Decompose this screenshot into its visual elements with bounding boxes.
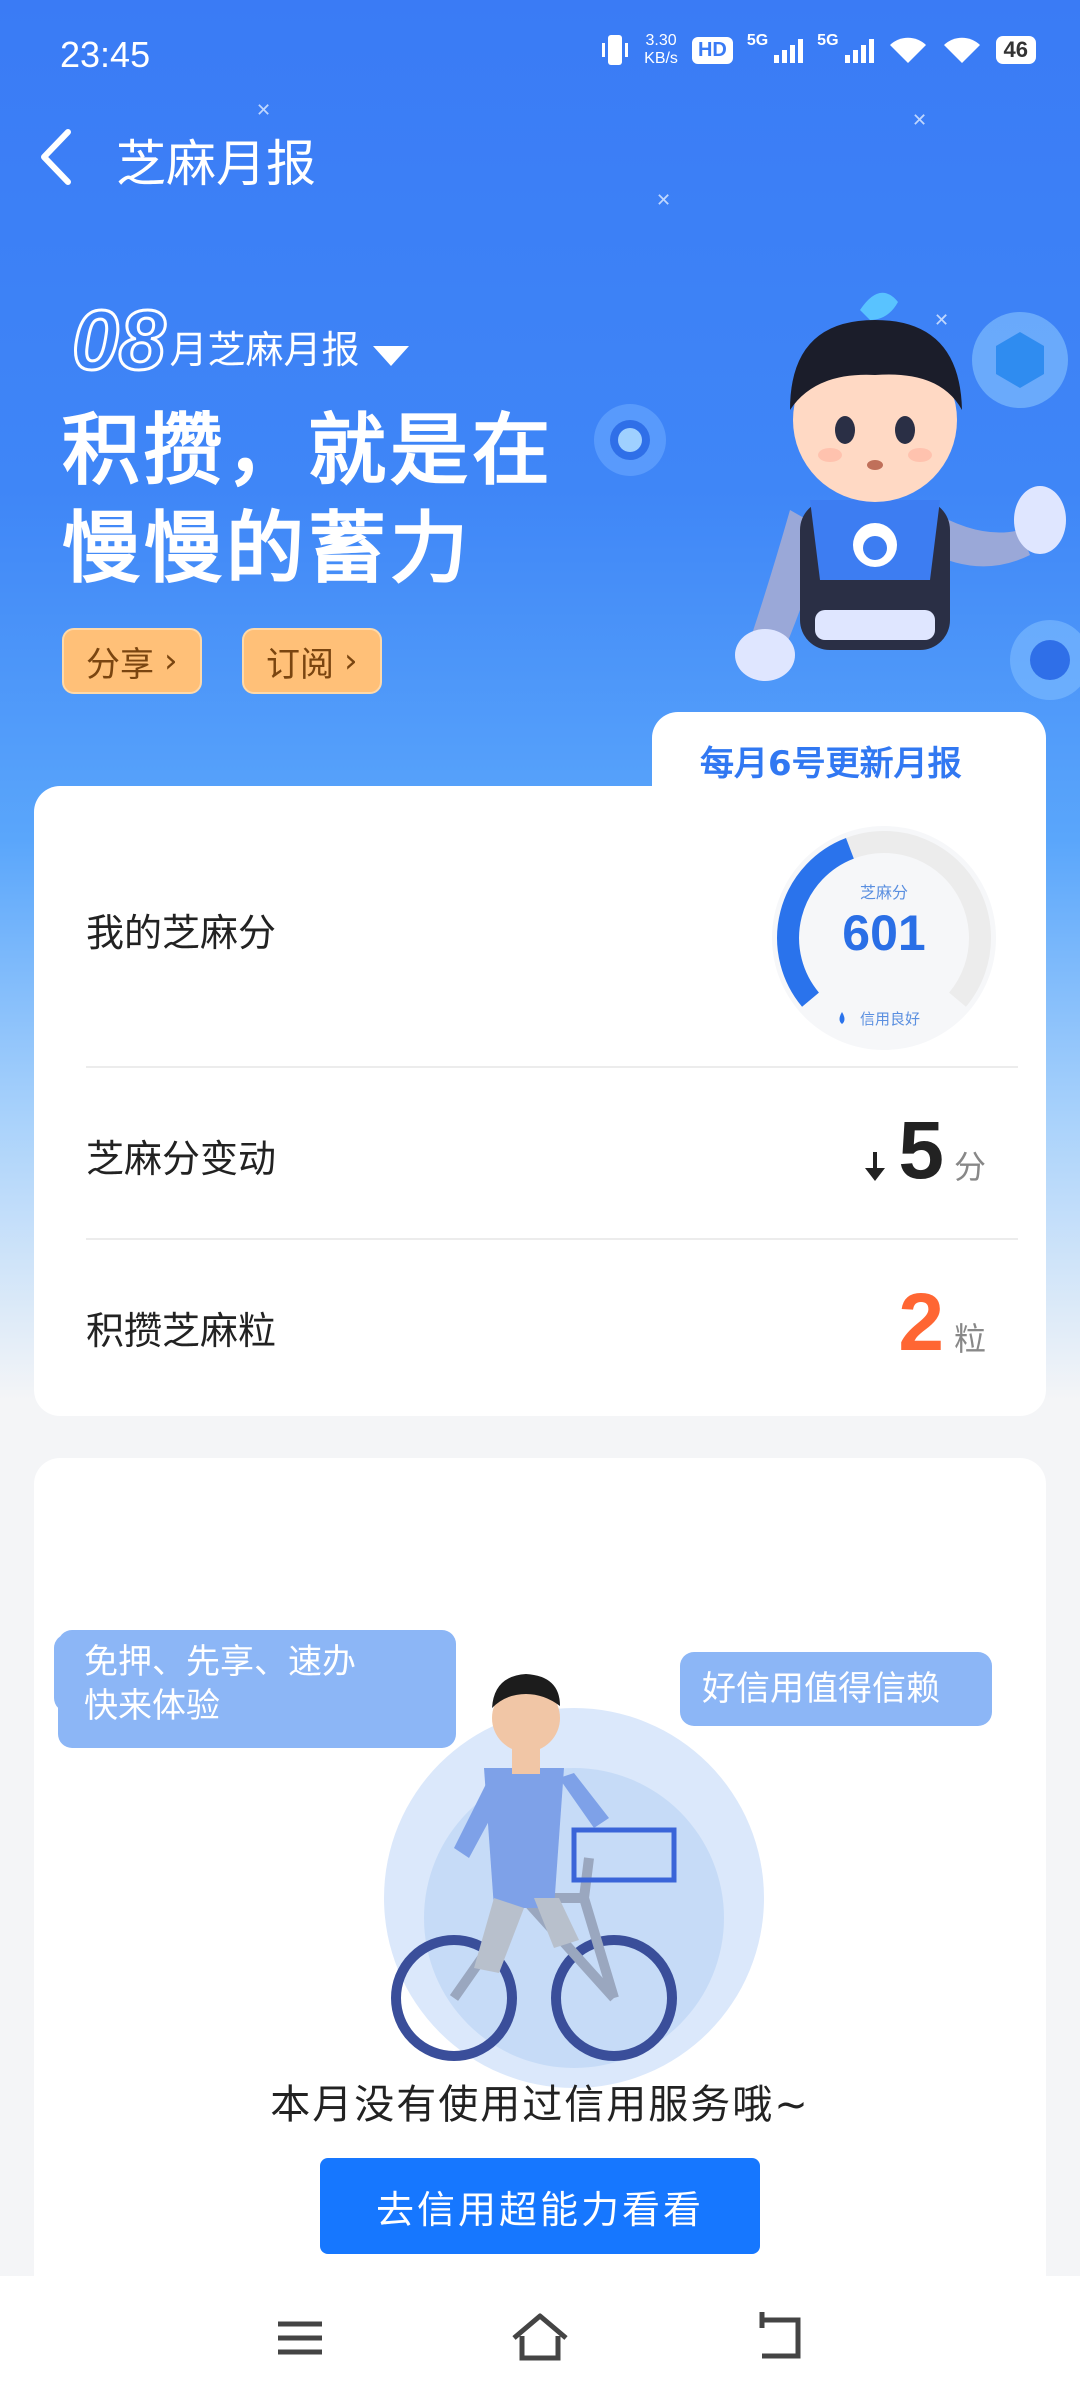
change-unit: 分 <box>953 1148 986 1186</box>
slogan: 积攒，就是在 慢慢的蓄力 <box>62 406 555 594</box>
month-label: 月芝麻月报 <box>169 328 360 372</box>
wifi-icon <box>889 37 926 63</box>
page-title: 芝麻月报 <box>116 135 316 193</box>
credit-power-button[interactable]: 去信用超能力看看 <box>320 2158 760 2254</box>
home-icon[interactable] <box>508 2306 572 2370</box>
service-card: 免押、先享、速办 快来体验 好信用值得信赖 本月没有使用过信用服务哦~ 去信用超… <box>34 1458 1046 2400</box>
change-value: 5 <box>898 1105 944 1196</box>
score-gauge[interactable]: 芝麻分 601 信用良好 <box>764 818 1004 1058</box>
menu-icon[interactable] <box>268 2306 332 2370</box>
back-arrow-icon[interactable] <box>34 122 84 192</box>
system-nav-bar <box>0 2276 1080 2400</box>
update-note: 每月6号更新月报 <box>700 744 962 784</box>
sparkle-icon: ✕ <box>912 110 928 131</box>
wifi-icon <box>943 37 980 63</box>
mascot-illustration <box>735 292 1080 700</box>
share-button[interactable]: 分享 › <box>62 628 202 694</box>
grains-label: 积攒芝麻粒 <box>86 1309 277 1353</box>
signal-icon <box>844 37 874 63</box>
sparkle-icon: ✕ <box>656 190 672 211</box>
grains-unit: 粒 <box>953 1320 986 1358</box>
empty-state-text: 本月没有使用过信用服务哦~ <box>270 2082 810 2128</box>
score-change: 5 分 <box>860 1110 986 1192</box>
vibrate-icon <box>602 35 629 65</box>
bubble-left: 免押、先享、速办 快来体验 <box>58 1630 456 1748</box>
net-speed: 3.30 KB/s <box>644 32 678 67</box>
triangle-down-icon <box>373 346 410 366</box>
bubble-right: 好信用值得信赖 <box>680 1652 992 1726</box>
score-label: 我的芝麻分 <box>86 911 277 955</box>
signal-icon <box>774 37 804 63</box>
network-type: 5G <box>817 32 839 49</box>
arrow-down-icon <box>865 1152 886 1181</box>
grains-value: 2 <box>898 1277 944 1368</box>
hd-badge: HD <box>691 36 733 64</box>
credit-level: 信用良好 <box>860 1010 920 1028</box>
back-icon[interactable] <box>748 2306 812 2370</box>
change-label: 芝麻分变动 <box>86 1137 277 1181</box>
chevron-right-icon: › <box>344 641 358 681</box>
status-bar: 23:45 3.30 KB/s HD 5G 5G 46 <box>0 0 1080 110</box>
subscribe-button[interactable]: 订阅 › <box>242 628 382 694</box>
gauge-title: 芝麻分 <box>860 883 908 902</box>
month-selector[interactable]: 08 月芝麻月报 <box>70 293 410 387</box>
month-number: 08 <box>70 293 166 387</box>
grains-count: 2 粒 <box>898 1282 986 1364</box>
divider <box>86 1238 1018 1240</box>
battery-level: 46 <box>995 36 1036 64</box>
status-time: 23:45 <box>60 34 151 75</box>
chevron-right-icon: › <box>164 641 178 681</box>
score-value: 601 <box>842 905 925 961</box>
status-icons: 3.30 KB/s HD 5G 5G 46 <box>600 32 1036 68</box>
divider <box>86 1066 1018 1068</box>
network-type: 5G <box>746 32 769 49</box>
score-card: 我的芝麻分 芝麻分 601 信用良好 芝麻分变动 5 分 积攒芝麻粒 2 粒 <box>34 786 1046 1416</box>
